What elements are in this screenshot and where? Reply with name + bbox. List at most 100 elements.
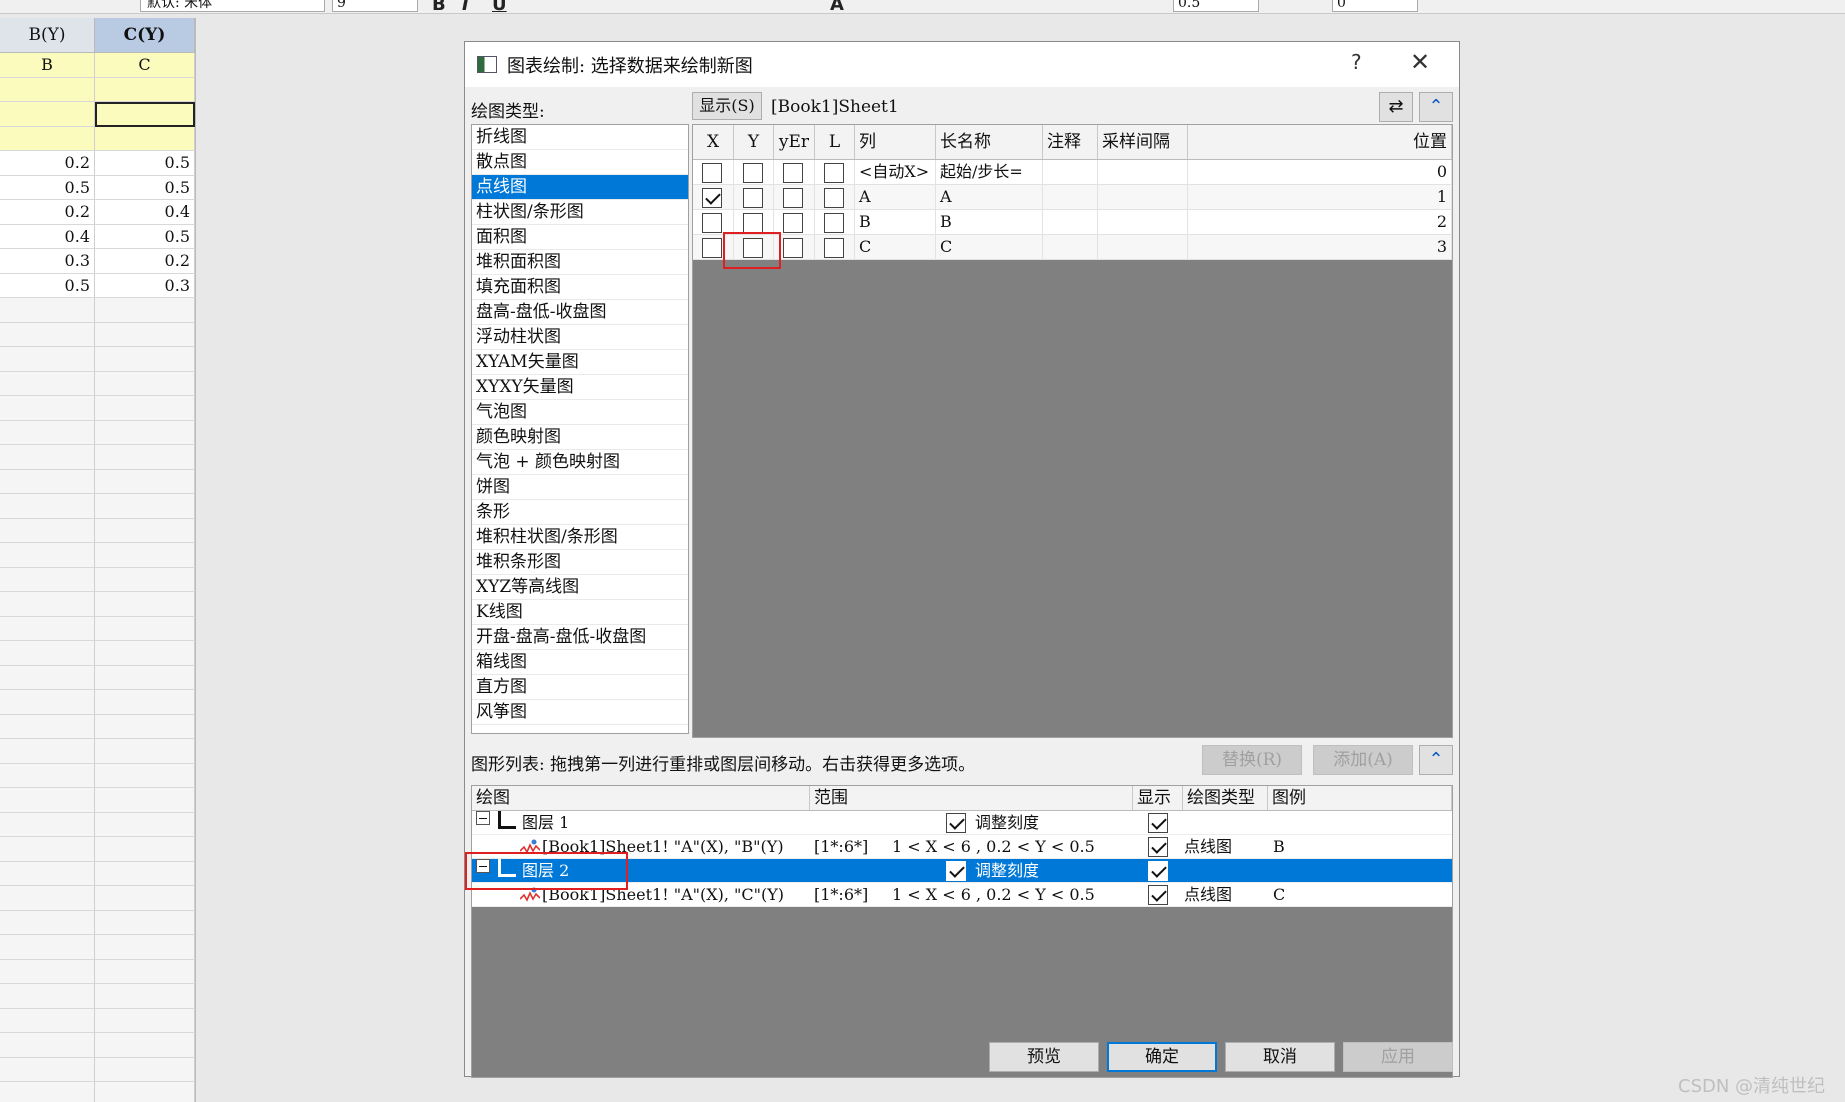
empty-cell[interactable]: [0, 886, 95, 911]
data-cell[interactable]: 0.2: [95, 249, 195, 274]
empty-cell[interactable]: [0, 984, 95, 1009]
collapse-up-icon[interactable]: ⌃: [1419, 745, 1453, 775]
column-row[interactable]: BB 2: [693, 210, 1452, 235]
empty-cell[interactable]: [95, 1057, 195, 1082]
empty-cell[interactable]: [0, 543, 95, 568]
preview-button[interactable]: 预览: [989, 1042, 1099, 1072]
plot-show-checkbox[interactable]: [1148, 837, 1168, 857]
empty-cell[interactable]: [0, 518, 95, 543]
empty-cell[interactable]: [95, 518, 195, 543]
units-cell[interactable]: [95, 77, 195, 102]
empty-cell[interactable]: [0, 641, 95, 666]
empty-cell[interactable]: [95, 445, 195, 470]
empty-cell[interactable]: [0, 1057, 95, 1082]
data-cell[interactable]: 0.3: [95, 273, 195, 298]
empty-cell[interactable]: [95, 322, 195, 347]
plot-type-item[interactable]: XYXY矢量图: [472, 375, 688, 400]
yerr-checkbox[interactable]: [783, 187, 803, 208]
empty-cell[interactable]: [0, 739, 95, 764]
collapse-up-icon[interactable]: ⌃: [1419, 92, 1453, 122]
plot-type-item[interactable]: XYZ等高线图: [472, 575, 688, 600]
long-name-cell[interactable]: C: [95, 53, 195, 78]
empty-cell[interactable]: [0, 1008, 95, 1033]
plot-type-item[interactable]: 条形: [472, 500, 688, 525]
empty-cell[interactable]: [95, 910, 195, 935]
plot-type-item[interactable]: 堆积面积图: [472, 250, 688, 275]
plot-type-item[interactable]: 饼图: [472, 475, 688, 500]
empty-cell[interactable]: [0, 665, 95, 690]
data-cell[interactable]: 0.5: [0, 273, 95, 298]
plot-type-item[interactable]: 柱状图/条形图: [472, 200, 688, 225]
empty-cell[interactable]: [0, 935, 95, 960]
empty-cell[interactable]: [0, 396, 95, 421]
empty-cell[interactable]: [0, 347, 95, 372]
empty-cell[interactable]: [95, 616, 195, 641]
empty-cell[interactable]: [95, 665, 195, 690]
text-color-icon[interactable]: A: [830, 0, 844, 13]
empty-cell[interactable]: [95, 347, 195, 372]
empty-cell[interactable]: [95, 469, 195, 494]
empty-cell[interactable]: [0, 837, 95, 862]
label-checkbox[interactable]: [824, 237, 844, 258]
empty-cell[interactable]: [0, 910, 95, 935]
empty-cell[interactable]: [95, 886, 195, 911]
plot-type-item[interactable]: 面积图: [472, 225, 688, 250]
empty-cell[interactable]: [95, 812, 195, 837]
label-checkbox[interactable]: [824, 212, 844, 233]
plot-type-list[interactable]: 折线图 散点图 点线图 柱状图/条形图 面积图 堆积面积图 填充面积图 盘高-盘低-收盘图 浮动…: [471, 124, 689, 734]
column-header-b[interactable]: B(Y): [0, 18, 95, 53]
plot-type-item[interactable]: 浮动柱状图: [472, 325, 688, 350]
empty-cell[interactable]: [0, 420, 95, 445]
empty-cell[interactable]: [95, 1008, 195, 1033]
empty-cell[interactable]: [95, 371, 195, 396]
apply-button[interactable]: 应用: [1343, 1042, 1453, 1072]
data-cell[interactable]: 0.5: [95, 175, 195, 200]
formula-cell[interactable]: [95, 126, 195, 151]
plot-type-item[interactable]: 折线图: [472, 125, 688, 150]
close-icon[interactable]: ✕: [1410, 48, 1430, 76]
add-button[interactable]: 添加(A): [1313, 745, 1413, 775]
column-row[interactable]: AA 1: [693, 185, 1452, 210]
empty-cell[interactable]: [95, 690, 195, 715]
data-cell[interactable]: 0.5: [95, 224, 195, 249]
empty-cell[interactable]: [0, 1033, 95, 1058]
plot-type-item[interactable]: 风筝图: [472, 700, 688, 725]
plot-type-item[interactable]: XYAM矢量图: [472, 350, 688, 375]
long-name-cell[interactable]: B: [0, 53, 95, 78]
empty-cell[interactable]: [0, 371, 95, 396]
plot-type-item[interactable]: 填充面积图: [472, 275, 688, 300]
empty-cell[interactable]: [0, 616, 95, 641]
yerr-checkbox[interactable]: [783, 212, 803, 233]
empty-cell[interactable]: [0, 788, 95, 813]
line-width-dropdown[interactable]: 0.5: [1173, 0, 1259, 12]
empty-cell[interactable]: [0, 763, 95, 788]
layer-row[interactable]: 图层 1 调整刻度: [472, 811, 1452, 835]
plot-type-item[interactable]: 气泡 + 颜色映射图: [472, 450, 688, 475]
empty-cell[interactable]: [95, 592, 195, 617]
plot-type-item[interactable]: 颜色映射图: [472, 425, 688, 450]
empty-cell[interactable]: [95, 543, 195, 568]
plot-type-item[interactable]: 堆积柱状图/条形图: [472, 525, 688, 550]
formula-cell[interactable]: [0, 126, 95, 151]
dialog-titlebar[interactable]: 图表绘制: 选择数据来绘制新图 ? ✕: [465, 42, 1459, 87]
rescale-checkbox[interactable]: [946, 861, 966, 881]
swap-icon[interactable]: ⇄: [1379, 92, 1413, 122]
empty-cell[interactable]: [95, 837, 195, 862]
data-cell[interactable]: 0.4: [0, 224, 95, 249]
help-icon[interactable]: ?: [1351, 50, 1362, 74]
ok-button[interactable]: 确定: [1107, 1042, 1217, 1072]
empty-cell[interactable]: [0, 445, 95, 470]
empty-cell[interactable]: [95, 641, 195, 666]
x-checkbox[interactable]: [702, 237, 722, 258]
label-checkbox[interactable]: [824, 162, 844, 183]
column-row[interactable]: <自动X> 起始/步长= 0: [693, 160, 1452, 185]
empty-cell[interactable]: [95, 935, 195, 960]
bold-icon[interactable]: B: [432, 0, 446, 13]
underline-icon[interactable]: U: [492, 0, 507, 13]
empty-cell[interactable]: [95, 396, 195, 421]
data-cell[interactable]: 0.5: [0, 175, 95, 200]
x-checkbox[interactable]: [702, 187, 722, 208]
italic-icon[interactable]: I: [462, 0, 469, 13]
empty-cell[interactable]: [0, 298, 95, 323]
data-cell[interactable]: 0.2: [0, 200, 95, 225]
